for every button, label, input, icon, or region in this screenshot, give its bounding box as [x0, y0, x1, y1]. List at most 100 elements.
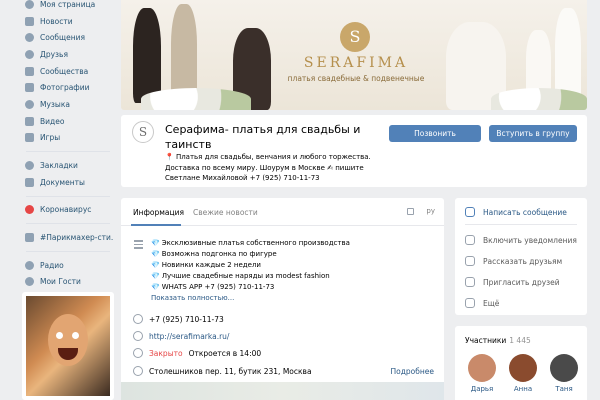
member-name: Анна	[513, 385, 533, 393]
nav-item-photos[interactable]: Фотографии	[22, 79, 114, 96]
nav-divider	[26, 151, 110, 153]
avatar	[550, 354, 578, 382]
radio-icon	[25, 260, 34, 270]
map-preview[interactable]	[121, 382, 444, 400]
profile-photo-card[interactable]	[22, 292, 114, 400]
members-count: 1 445	[509, 336, 531, 345]
eye-shape	[72, 332, 79, 339]
chat-icon	[25, 33, 34, 43]
nav-item-coronavirus[interactable]: Коронавирус	[22, 202, 114, 219]
music-icon	[25, 99, 34, 109]
status-line: 📍 Платья для свадьбы, венчания и любого …	[165, 153, 371, 161]
member-item[interactable]: Дарья	[467, 354, 497, 393]
write-message-action[interactable]: Написать сообщение	[465, 207, 567, 217]
nav-divider	[26, 195, 110, 197]
language-label[interactable]: ру	[426, 207, 435, 215]
translate-icon[interactable]	[407, 208, 414, 215]
location-pin-icon	[133, 366, 143, 376]
nav-item-guests[interactable]: Мои Гости	[22, 274, 114, 291]
add-user-icon	[465, 277, 475, 287]
nav-label: Игры	[40, 133, 61, 143]
nav-item-friends[interactable]: Друзья	[22, 46, 114, 63]
message-icon	[465, 207, 475, 217]
nav-item-my-page[interactable]: Моя страница	[22, 0, 114, 13]
show-more-link[interactable]: Показать полностью...	[151, 293, 350, 304]
description-text: Лучшие свадебные наряды из modest fashio…	[161, 272, 330, 280]
nav-item-news[interactable]: Новости	[22, 13, 114, 30]
nav-item-radio[interactable]: Радио	[22, 257, 114, 274]
hours-row: Закрыто Откроется в 14:00	[121, 348, 444, 358]
cover-logo: S	[340, 22, 370, 52]
nav-item-messages[interactable]: Сообщения	[22, 29, 114, 46]
gem-icon: 💎	[151, 272, 160, 280]
member-item[interactable]: Таня	[549, 354, 579, 393]
description-line: 💎 Лучшие свадебные наряды из modest fashi…	[151, 271, 350, 282]
hashtag-icon	[25, 233, 34, 243]
group-description: 💎 Эксклюзивные платья собственного произв…	[151, 238, 350, 304]
share-icon	[465, 256, 475, 266]
clock-icon	[133, 348, 143, 358]
nav-label: Документы	[40, 177, 85, 187]
flower-decoration	[491, 88, 587, 110]
website-link[interactable]: http://serafimarka.ru/	[149, 332, 229, 341]
actions-panel: Написать сообщение Включить уведомления …	[455, 198, 587, 315]
model-figure	[133, 8, 161, 103]
join-group-button[interactable]: Вступить в группу	[489, 125, 577, 142]
nav-item-bookmarks[interactable]: Закладки	[22, 157, 114, 174]
phone-icon	[133, 314, 143, 324]
status-line: Светлане Михайловой +7 (925) 710-11-73	[165, 174, 320, 182]
nav-label: Моя страница	[40, 0, 96, 9]
left-navigation: Моя страница Новости Сообщения Друзья Со…	[22, 0, 114, 290]
nav-item-documents[interactable]: Документы	[22, 174, 114, 191]
gem-icon: 💎	[151, 283, 160, 291]
bell-icon	[465, 235, 475, 245]
nav-label: Сообщества	[40, 66, 89, 76]
description-text: Эксклюзивные платья собственного произво…	[161, 239, 350, 247]
nav-label: Фотографии	[40, 83, 90, 93]
nav-item-groups[interactable]: Сообщества	[22, 63, 114, 80]
action-label: Пригласить друзей	[483, 277, 560, 287]
nav-label: Радио	[40, 260, 64, 270]
nav-item-hashtag[interactable]: #Парикмахер-сти...	[22, 229, 114, 246]
member-name: Дарья	[470, 385, 494, 393]
phone-number[interactable]: +7 (925) 710-11-73	[149, 315, 224, 324]
share-action[interactable]: Рассказать друзьям	[465, 256, 562, 266]
call-button[interactable]: Позвонить	[389, 125, 481, 142]
address-row: Столешников пер. 11, бутик 231, Москва П…	[121, 366, 444, 376]
more-icon	[465, 298, 475, 308]
nav-label: Видео	[40, 116, 65, 126]
coronavirus-icon	[25, 205, 34, 215]
invite-friends-action[interactable]: Пригласить друзей	[465, 277, 560, 287]
info-panel: Информация Свежие новости ру 💎 Эксклюзивн…	[121, 198, 444, 400]
nav-label: Сообщения	[40, 33, 86, 43]
avatar	[509, 354, 537, 382]
document-icon	[25, 177, 34, 187]
member-name: Таня	[555, 385, 573, 393]
groups-icon	[25, 66, 34, 76]
nav-divider	[26, 250, 110, 252]
description-line: 💎 WHATS APP +7 (925) 710-11-73	[151, 282, 350, 293]
nav-item-video[interactable]: Видео	[22, 113, 114, 130]
newspaper-icon	[25, 16, 34, 26]
phone-row: +7 (925) 710-11-73	[121, 314, 444, 324]
guests-icon	[25, 277, 34, 287]
tab-latest-news[interactable]: Свежие новости	[193, 208, 258, 217]
gem-icon: 💎	[151, 261, 160, 269]
group-title: Серафима- платья для свадьбы и таинств	[165, 123, 361, 151]
description-text: Возможна подгонка по фигуре	[161, 250, 277, 258]
nav-item-music[interactable]: Музыка	[22, 96, 114, 113]
nav-label: Новости	[40, 16, 73, 26]
member-item[interactable]: Анна	[508, 354, 538, 393]
members-header[interactable]: Участники 1 445	[465, 336, 531, 345]
group-cover: S SERAFIMA платья свадебные & подвенечны…	[121, 0, 587, 110]
address-text: Столешников пер. 11, бутик 231, Москва	[149, 366, 312, 376]
friends-icon	[25, 49, 34, 59]
more-action[interactable]: Ещё	[465, 298, 499, 308]
address-details-link[interactable]: Подробнее	[390, 367, 434, 376]
group-avatar[interactable]: S	[132, 121, 154, 143]
nav-label: #Парикмахер-сти...	[40, 233, 114, 243]
nav-item-games[interactable]: Игры	[22, 130, 114, 147]
nav-divider	[26, 223, 110, 225]
tab-information[interactable]: Информация	[133, 208, 184, 217]
enable-notifications-action[interactable]: Включить уведомления	[465, 235, 577, 245]
